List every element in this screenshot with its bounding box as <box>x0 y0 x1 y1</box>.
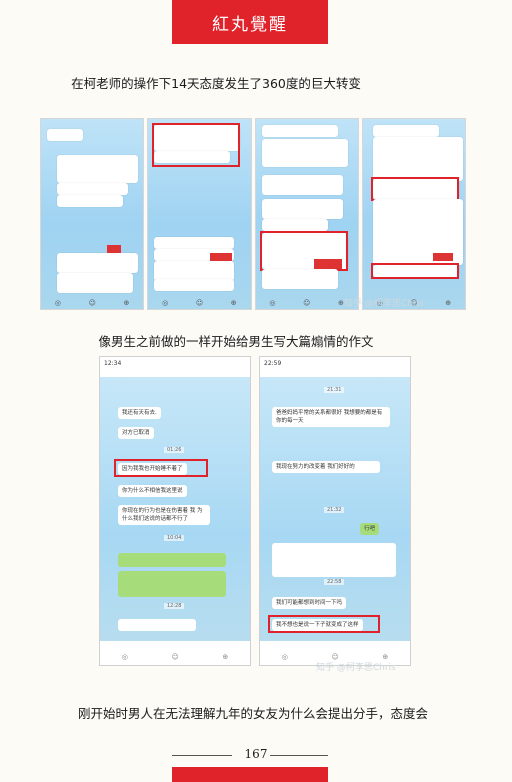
message: 爸爸妈妈平常的关系都很好 我想要的都是有你的每一天 <box>272 407 390 427</box>
chat-toolbar-icons: ◎ ☺ ⊕ <box>54 299 130 307</box>
chat-toolbar-icons: ◎ ☺ ⊕ <box>269 299 344 307</box>
chat-screenshot-left: 12:34 我还有天有去. 对方已取消 01:26 因为我我也开始睡不着了 你为… <box>99 356 251 666</box>
timestamp: 21:32 <box>324 507 345 513</box>
chapter-banner: 紅丸覺醒 <box>172 0 328 44</box>
message <box>272 543 396 577</box>
timestamp: 21:31 <box>324 387 345 393</box>
chat-screenshot-4: ◎ ☺ ⊕ <box>361 118 466 310</box>
footer-rule-right <box>270 755 328 756</box>
message-green: 行吧 <box>360 523 380 535</box>
timestamp: 01:26 <box>164 447 185 453</box>
message-green <box>118 553 226 567</box>
message: 对方已取消 <box>118 427 154 439</box>
body-paragraph: 刚开始时男人在无法理解九年的女友为什么会提出分手，态度会 <box>78 706 429 721</box>
heading-essays: 像男生之前做的一样开始给男生写大篇煽情的作文 <box>98 334 374 349</box>
highlight-box <box>114 459 208 477</box>
chat-toolbar-icons: ◎ ☺ ⊕ <box>162 299 237 307</box>
status-time: 22:59 <box>264 360 282 367</box>
status-time: 12:34 <box>104 360 122 367</box>
message: 你现在的行为也是在伤害着 我 为什么我们这说的话都不行了 <box>118 505 210 525</box>
timestamp: 22:58 <box>324 579 345 585</box>
timestamp: 10:04 <box>164 535 185 541</box>
bottom-bar <box>172 767 328 782</box>
highlight-box <box>268 615 380 633</box>
message: 我还有天有去. <box>118 407 161 419</box>
timestamp: 12:28 <box>164 603 185 609</box>
watermark-bottom: 知乎 @柯李思Chris <box>316 663 396 673</box>
message: 你为什么不相信我这里说 <box>118 485 187 497</box>
chat-screenshot-3: ◎ ☺ ⊕ <box>254 118 359 310</box>
watermark-top: 知乎 @柯李思Chris <box>344 299 424 309</box>
chat-toolbar-icons: ◎ ☺ ⊕ <box>121 653 229 661</box>
message: 我们可能都想到时间一下吗 <box>272 597 347 609</box>
message: 我现在努力的改变着 我们好好的 <box>272 461 380 473</box>
heading-transformation: 在柯老师的操作下14天态度发生了360度的巨大转变 <box>71 76 361 91</box>
message-green <box>118 571 226 597</box>
message <box>118 619 196 631</box>
screenshot-row: ◎ ☺ ⊕ ◎ ☺ ⊕ ◎ ☺ ⊕ ◎ ☺ ⊕ <box>40 118 466 310</box>
chat-screenshot-2: ◎ ☺ ⊕ <box>147 118 252 310</box>
chat-screenshot-1: ◎ ☺ ⊕ <box>40 118 145 310</box>
chat-screenshot-right: 22:59 21:31 爸爸妈妈平常的关系都很好 我想要的都是有你的每一天 我现… <box>259 356 411 666</box>
page-number: 167 <box>244 747 268 761</box>
